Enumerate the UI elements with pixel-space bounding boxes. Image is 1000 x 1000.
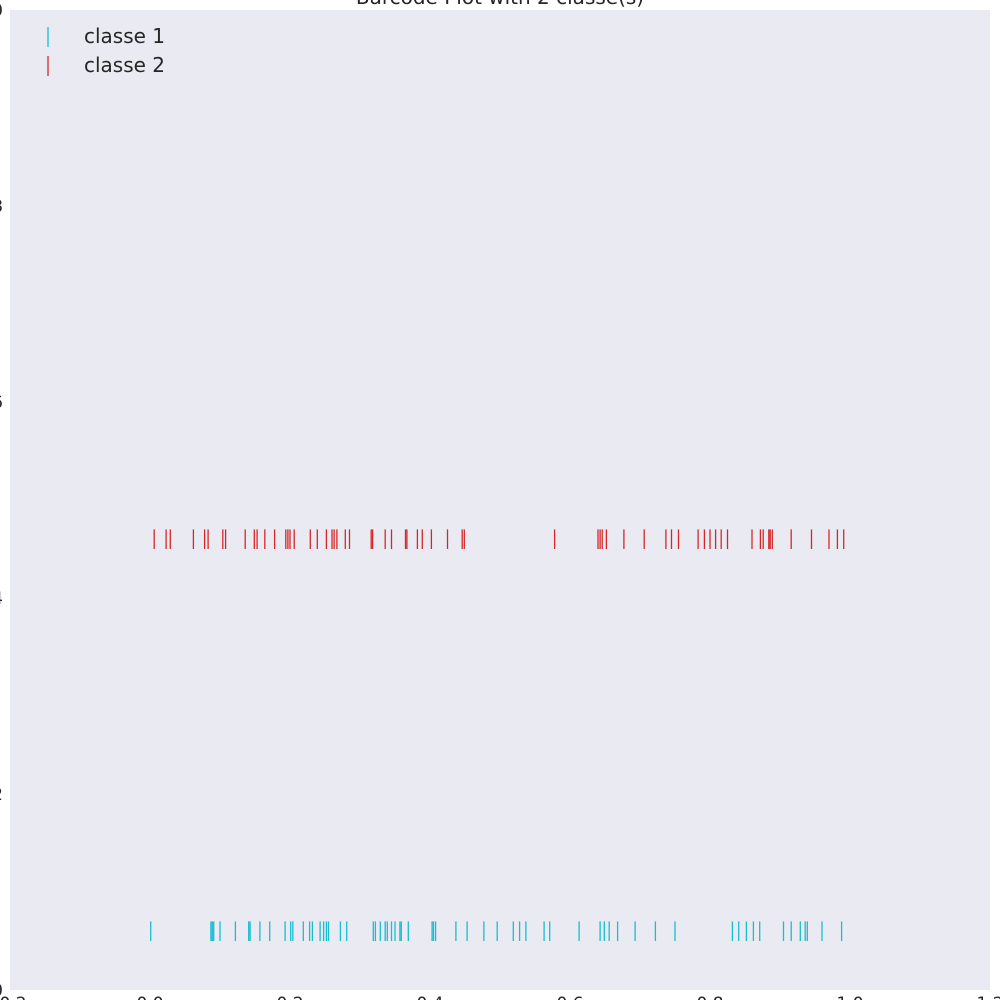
y-tick-label: 0.0	[0, 981, 3, 1000]
x-tick-label: 1.0	[836, 994, 863, 1000]
y-tick-label: 1.0	[0, 1, 3, 21]
chart-title: Barcode Plot with 2 classe(s)	[356, 0, 644, 9]
x-tick-label: 1.2	[976, 994, 1000, 1000]
plot-area	[10, 10, 990, 990]
x-tick-label: 0.2	[276, 994, 303, 1000]
legend-label: classe 2	[84, 53, 165, 77]
x-tick-label: -0.2	[0, 994, 27, 1000]
legend-label: classe 1	[84, 24, 165, 48]
x-tick-label: 0.4	[416, 994, 443, 1000]
y-tick-label: 0.2	[0, 785, 3, 805]
y-tick-label: 0.8	[0, 197, 3, 217]
x-tick-label: 0.8	[696, 994, 723, 1000]
x-tick-label: 0.0	[136, 994, 163, 1000]
barcode-chart: -0.20.00.20.40.60.81.01.20.00.20.40.60.8…	[0, 0, 1000, 1000]
y-tick-label: 0.6	[0, 393, 3, 413]
y-tick-label: 0.4	[0, 589, 3, 609]
x-tick-label: 0.6	[556, 994, 583, 1000]
